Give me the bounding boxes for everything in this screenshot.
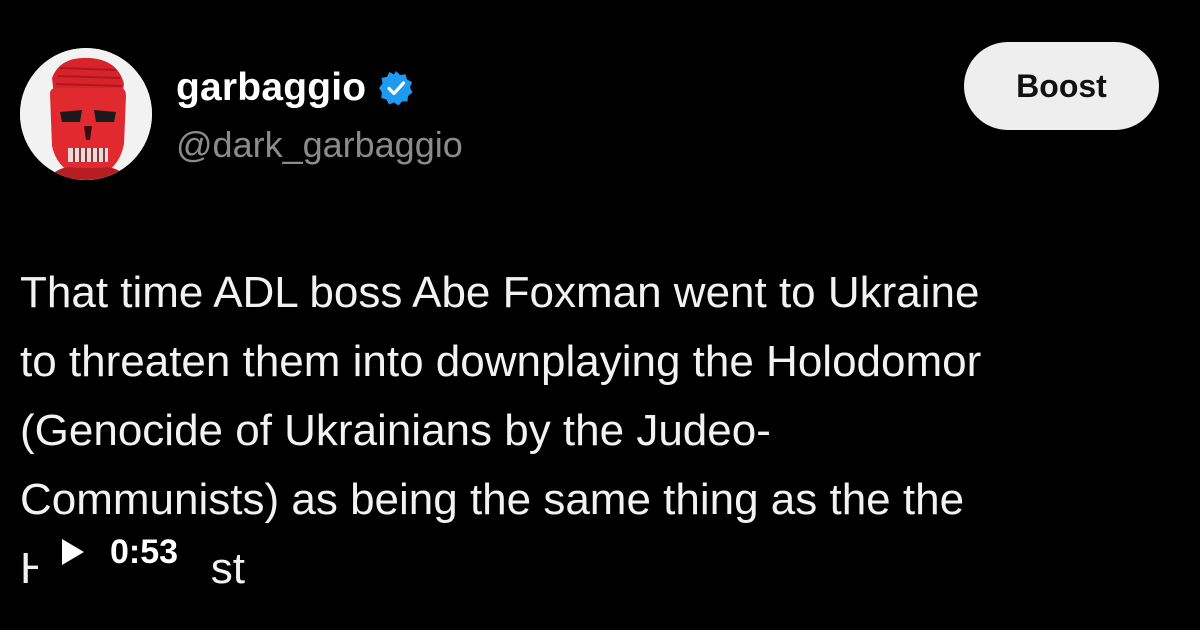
post-text-line: (Genocide of Ukrainians by the Judeo- — [20, 406, 771, 455]
video-play-badge[interactable]: 0:53 — [38, 516, 210, 588]
post-text-line: to threaten them into downplaying the Ho… — [20, 337, 982, 386]
red-skull-face-icon — [20, 48, 152, 180]
video-duration: 0:53 — [110, 533, 179, 571]
display-name[interactable]: garbaggio — [176, 66, 366, 110]
verified-badge-icon — [379, 71, 413, 106]
author-name-row: garbaggio — [176, 66, 414, 110]
avatar[interactable] — [20, 48, 152, 180]
post-text-line: That time ADL boss Abe Foxman went to Uk… — [20, 268, 980, 317]
author-handle[interactable]: @dark_garbaggio — [176, 124, 463, 166]
post-card: garbaggio @dark_garbaggio Boost That tim… — [0, 0, 1200, 630]
boost-button[interactable]: Boost — [964, 42, 1159, 130]
play-icon[interactable] — [62, 539, 84, 565]
